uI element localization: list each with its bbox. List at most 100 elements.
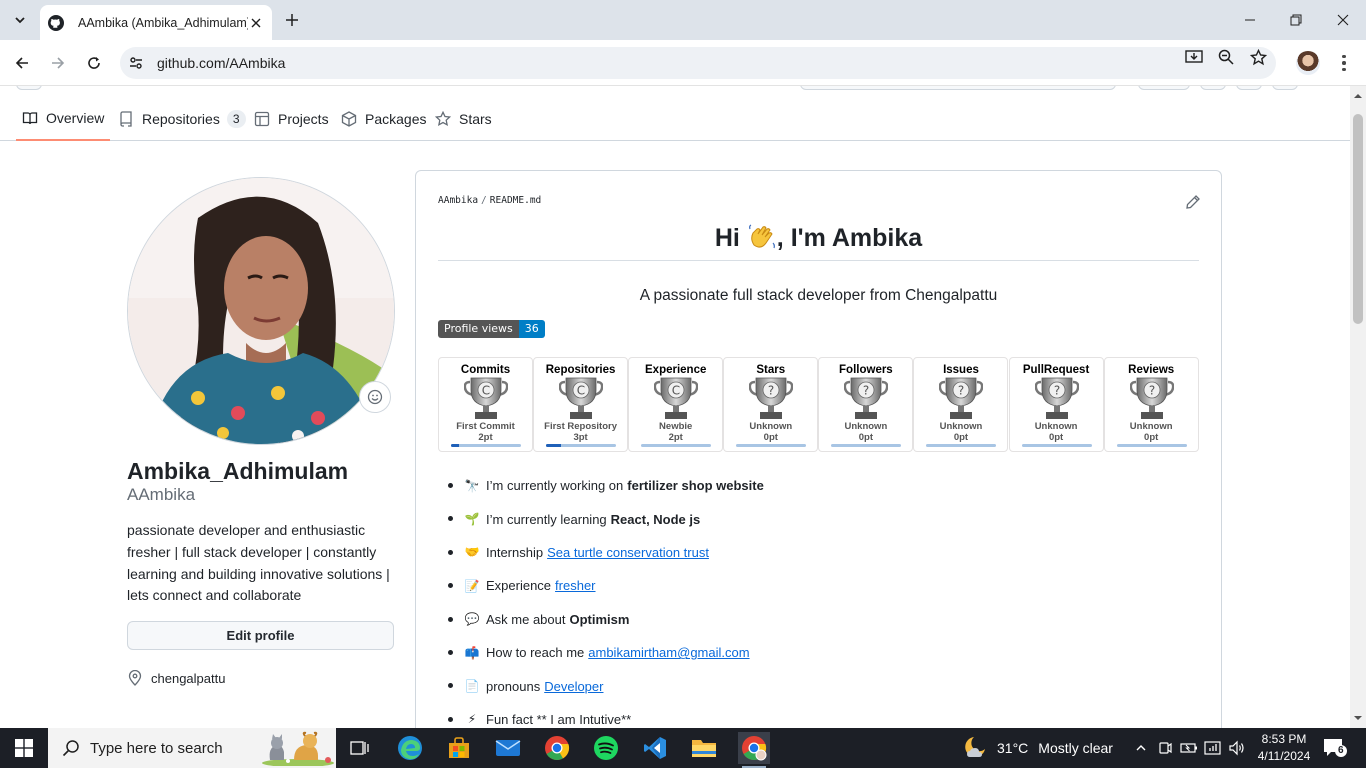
address-bar[interactable]: github.com/AAmbika [120,47,1276,79]
profile-photo [128,178,394,444]
item-text: Experience [486,578,552,594]
readme-list: 🔭 I’m currently working on fertilizer shop… [446,469,1186,728]
package-icon [341,110,357,127]
install-app-icon[interactable] [1185,48,1203,66]
trophy-progress-bar [926,444,997,447]
browser-profile-avatar[interactable] [1296,51,1320,75]
set-status-button[interactable] [359,381,391,413]
readme-list-item: 📝 Experience fresher [446,569,1186,602]
trophy-rank: Unknown [1129,421,1173,432]
tab-repositories[interactable]: Repositories 3 [118,96,246,141]
scrollbar-thumb[interactable] [1353,114,1363,324]
trophy-card: Stars? Unknown 0pt [723,357,819,452]
trophy-progress-fill [546,444,562,447]
profile-username: AAmbika [127,485,196,504]
item-text: I’m currently learning [486,511,607,527]
trophy-card: Repositories C First Repository 3pt [533,357,629,452]
windows-start-button[interactable] [0,728,48,768]
clock-time: 8:53 PM [1261,732,1307,746]
profile-location: chengalpattu [127,670,225,686]
trophy-rank-letter: C [482,384,490,398]
close-window-icon[interactable] [1320,0,1366,40]
meet-now-icon[interactable] [1155,738,1175,758]
item-link[interactable]: Developer [544,679,603,694]
close-tab-icon[interactable] [248,15,264,31]
browser-menu-icon[interactable] [1334,51,1354,75]
readme-owner-link[interactable]: AAmbika [438,195,478,206]
taskbar-clock[interactable]: 8:53 PM 4/11/2024 [1252,731,1316,765]
trophy-cup-icon: C [464,377,508,419]
trophy-progress-bar [641,444,712,447]
bookmark-star-icon[interactable] [1249,48,1267,66]
trophy-progress-bar [831,444,902,447]
zoom-icon[interactable] [1217,48,1235,66]
task-view-icon[interactable] [344,732,376,764]
trophy-rank: Unknown [939,421,983,432]
file-explorer-icon[interactable] [688,732,720,764]
minimize-window-icon[interactable] [1227,0,1273,40]
trophy-title: Commits [460,364,511,376]
heading-name: , I'm Ambika [776,224,923,252]
trophy-cup-icon: ? [749,377,794,419]
trophy-progress-bar [546,444,617,447]
taskbar-search-box[interactable]: Type here to search [48,728,336,768]
trophy-rank-letter: C [672,384,680,398]
trophy-card: Followers? Unknown 0pt [818,357,914,452]
tab-overview[interactable]: Overview [16,96,111,141]
weather-widget[interactable]: 31°C Mostly clear [962,728,1113,768]
page-scrollbar[interactable] [1350,86,1366,728]
volume-icon[interactable] [1227,738,1247,758]
tab-search-button[interactable] [8,8,32,32]
chrome-window-active-icon[interactable] [738,732,770,768]
scroll-up-arrow-icon[interactable] [1354,92,1362,100]
restore-window-icon[interactable] [1273,0,1319,40]
back-arrow-icon[interactable] [10,51,34,75]
mail-icon[interactable] [492,732,524,764]
edge-browser-icon[interactable] [394,732,426,764]
network-icon[interactable] [1203,738,1223,758]
repo-icon [120,110,132,127]
trophy-card: PullRequest? Unknown 0pt [1008,357,1104,452]
microsoft-store-icon[interactable] [443,732,475,764]
profile-avatar[interactable] [127,177,395,445]
item-link[interactable]: Sea turtle conservation trust [547,545,709,560]
browser-tab-active[interactable]: AAmbika (Ambika_Adhimulam) [40,5,272,40]
edit-readme-pencil-icon[interactable] [1185,194,1201,210]
readme-list-item: 🌱 I’m currently learning React, Node js [446,502,1186,535]
show-hidden-icons-chevron-icon[interactable] [1131,738,1151,758]
trophy-title: Reviews [1128,364,1175,376]
tab-packages[interactable]: Packages [341,96,426,141]
star-icon [435,110,451,126]
reload-icon[interactable] [82,51,106,75]
moon-cloud-icon [965,737,985,757]
item-link[interactable]: ambikamirtham@gmail.com [588,645,749,660]
item-link[interactable]: fresher [555,578,595,593]
trophy-cup-icon: ? [1129,377,1174,419]
scroll-down-arrow-icon[interactable] [1354,714,1362,722]
battery-icon[interactable] [1179,738,1199,758]
chevron-down-icon [15,17,25,24]
trophy-card: Issues? Unknown 0pt [913,357,1009,452]
chrome-icon[interactable] [541,732,573,764]
url-host: github.com [157,55,226,71]
location-pin-icon [128,670,142,686]
new-tab-icon[interactable] [282,10,302,30]
tab-stars[interactable]: Stars [435,96,492,141]
site-settings-icon[interactable] [128,55,144,71]
readme-heading: Hi , I'm Ambika [438,223,1199,261]
readme-list-item: 📫 How to reach me ambikamirtham@gmail.com [446,636,1186,669]
vscode-icon[interactable] [639,732,671,764]
readme-list-item: ⚡ Fun fact ** I am Intutive** [446,703,1186,728]
forward-arrow-icon[interactable] [46,51,70,75]
tab-projects[interactable]: Projects [254,96,329,141]
github-profile-page: Overview Repositories 3 Projects Package… [0,86,1350,728]
edit-profile-button[interactable]: Edit profile [127,621,394,650]
spotify-icon[interactable] [590,732,622,764]
trophy-title: PullRequest [1022,364,1090,376]
waving-hand-icon [748,224,775,249]
notification-center-button[interactable]: 6 [1322,737,1347,759]
badge-value: 36 [518,320,545,338]
tab-overview-label: Overview [46,109,105,126]
browser-toolbar: github.com/AAmbika [0,40,1366,86]
item-text: pronouns [486,678,541,694]
